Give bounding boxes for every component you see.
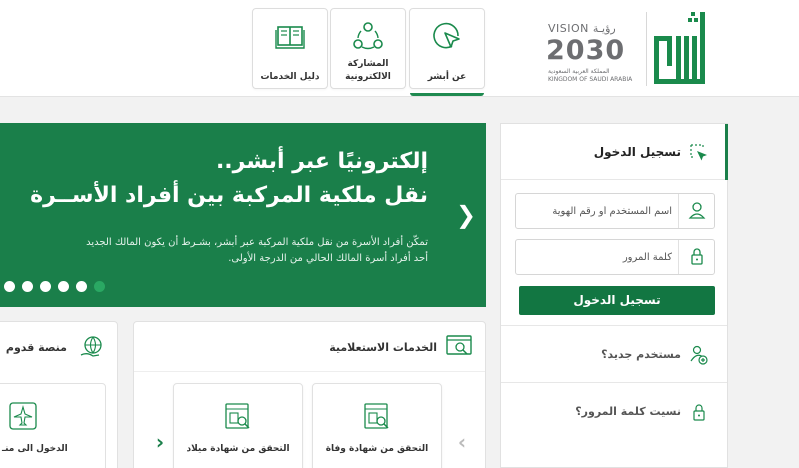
qudoom-platform-panel: منصة قدوم الدخول الى منـ [0, 321, 118, 468]
carousel-dot[interactable] [76, 281, 87, 292]
hero-next-arrow-icon[interactable]: ❯ [454, 201, 478, 229]
hero-description-line-1: تمكّن أفراد الأسرة من نقل ملكية المركبة … [86, 237, 428, 248]
username-field[interactable] [515, 193, 715, 229]
hero-banner[interactable]: إلكترونيًا عبر أبشر.. نقل ملكية المركبة … [0, 123, 486, 307]
globe-hand-icon [79, 335, 105, 363]
screen-search-icon [445, 334, 473, 362]
nav-card-e-participation-label-2: الالكترونية [345, 72, 391, 82]
password-field[interactable] [515, 239, 715, 275]
username-input[interactable] [516, 194, 678, 228]
new-user-link[interactable]: مستخدم جديد؟ [501, 325, 727, 382]
new-user-label: مستخدم جديد؟ [601, 348, 681, 361]
add-user-icon [689, 344, 709, 370]
nav-card-services-guide[interactable]: دليل الخدمات [252, 8, 328, 89]
qudoom-title: منصة قدوم [5, 341, 67, 354]
carousel-dot[interactable] [58, 281, 69, 292]
share-network-icon [353, 22, 383, 50]
nav-card-about[interactable]: عن أبشر [409, 8, 485, 96]
hero-title-line-2: نقل ملكية المركبة بين أفراد الأســرة [30, 183, 428, 208]
login-pointer-icon [689, 143, 709, 167]
login-header-accent [725, 124, 728, 180]
login-panel: تسجيل الدخول تسجيل الدخول [500, 123, 728, 468]
absher-logo[interactable] [648, 8, 710, 88]
qudoom-service-card[interactable]: الدخول الى منـ [0, 383, 106, 468]
service-card-death-certificate-label: التحقق من شهادة وفاة [325, 444, 429, 454]
login-title: تسجيل الدخول [593, 145, 681, 159]
open-book-icon [275, 26, 305, 49]
carousel-dot[interactable] [22, 281, 33, 292]
login-submit-button[interactable]: تسجيل الدخول [519, 286, 715, 315]
hero-description-line-2: أحد أفراد أسرة المالك الحالي من الدرجة ا… [228, 253, 428, 264]
carousel-dot[interactable] [40, 281, 51, 292]
user-icon [678, 194, 714, 228]
airplane-icon [8, 401, 38, 435]
cursor-click-icon [433, 22, 460, 49]
nav-card-e-participation[interactable]: المشاركة الالكترونية [330, 8, 406, 89]
kingdom-arabic-text: المملكة العربية السعودية [548, 68, 610, 75]
nav-card-about-label: عن أبشر [427, 72, 467, 82]
inquiry-services-header: الخدمات الاستعلامية [134, 322, 485, 372]
hero-title-line-1: إلكترونيًا عبر أبشر.. [215, 149, 428, 174]
inquiry-services-panel: الخدمات الاستعلامية ‹ التحقق من شهادة وف… [133, 321, 486, 468]
carousel-dot-active[interactable] [94, 281, 105, 292]
qudoom-service-card-label: الدخول الى منـ [2, 444, 68, 454]
carousel-dot[interactable] [4, 281, 15, 292]
lock-icon [678, 240, 714, 274]
vision-2030-logo[interactable]: VISION رؤيـة 2030 المملكة العربية السعود… [544, 18, 644, 90]
vision-text: VISION رؤيـة [548, 22, 616, 35]
site-header: VISION رؤيـة 2030 المملكة العربية السعود… [0, 0, 799, 97]
certificate-search-icon [362, 401, 392, 435]
vision-year: 2030 [546, 35, 626, 66]
forgot-password-label: نسيت كلمة المرور؟ [575, 405, 681, 418]
lock-icon [689, 401, 709, 427]
service-card-death-certificate[interactable]: التحقق من شهادة وفاة [312, 383, 442, 468]
nav-card-services-guide-label: دليل الخدمات [260, 72, 320, 82]
inquiry-services-title: الخدمات الاستعلامية [329, 341, 437, 354]
forgot-password-link[interactable]: نسيت كلمة المرور؟ [501, 382, 727, 439]
active-indicator [410, 93, 484, 96]
service-card-birth-certificate-label: التحقق من شهادة ميلاد [186, 444, 290, 454]
certificate-search-icon [223, 401, 253, 435]
login-header: تسجيل الدخول [501, 124, 728, 180]
services-next-arrow-icon[interactable]: ‹ [152, 430, 168, 454]
kingdom-english-text: KINGDOM OF SAUDI ARABIA [548, 76, 633, 83]
services-prev-arrow-icon[interactable]: ‹ [454, 430, 470, 454]
service-card-birth-certificate[interactable]: التحقق من شهادة ميلاد [173, 383, 303, 468]
nav-card-e-participation-label-1: المشاركة [347, 59, 389, 69]
logo-divider [646, 12, 647, 86]
absher-logo-icon [654, 12, 705, 84]
password-input[interactable] [516, 240, 678, 274]
